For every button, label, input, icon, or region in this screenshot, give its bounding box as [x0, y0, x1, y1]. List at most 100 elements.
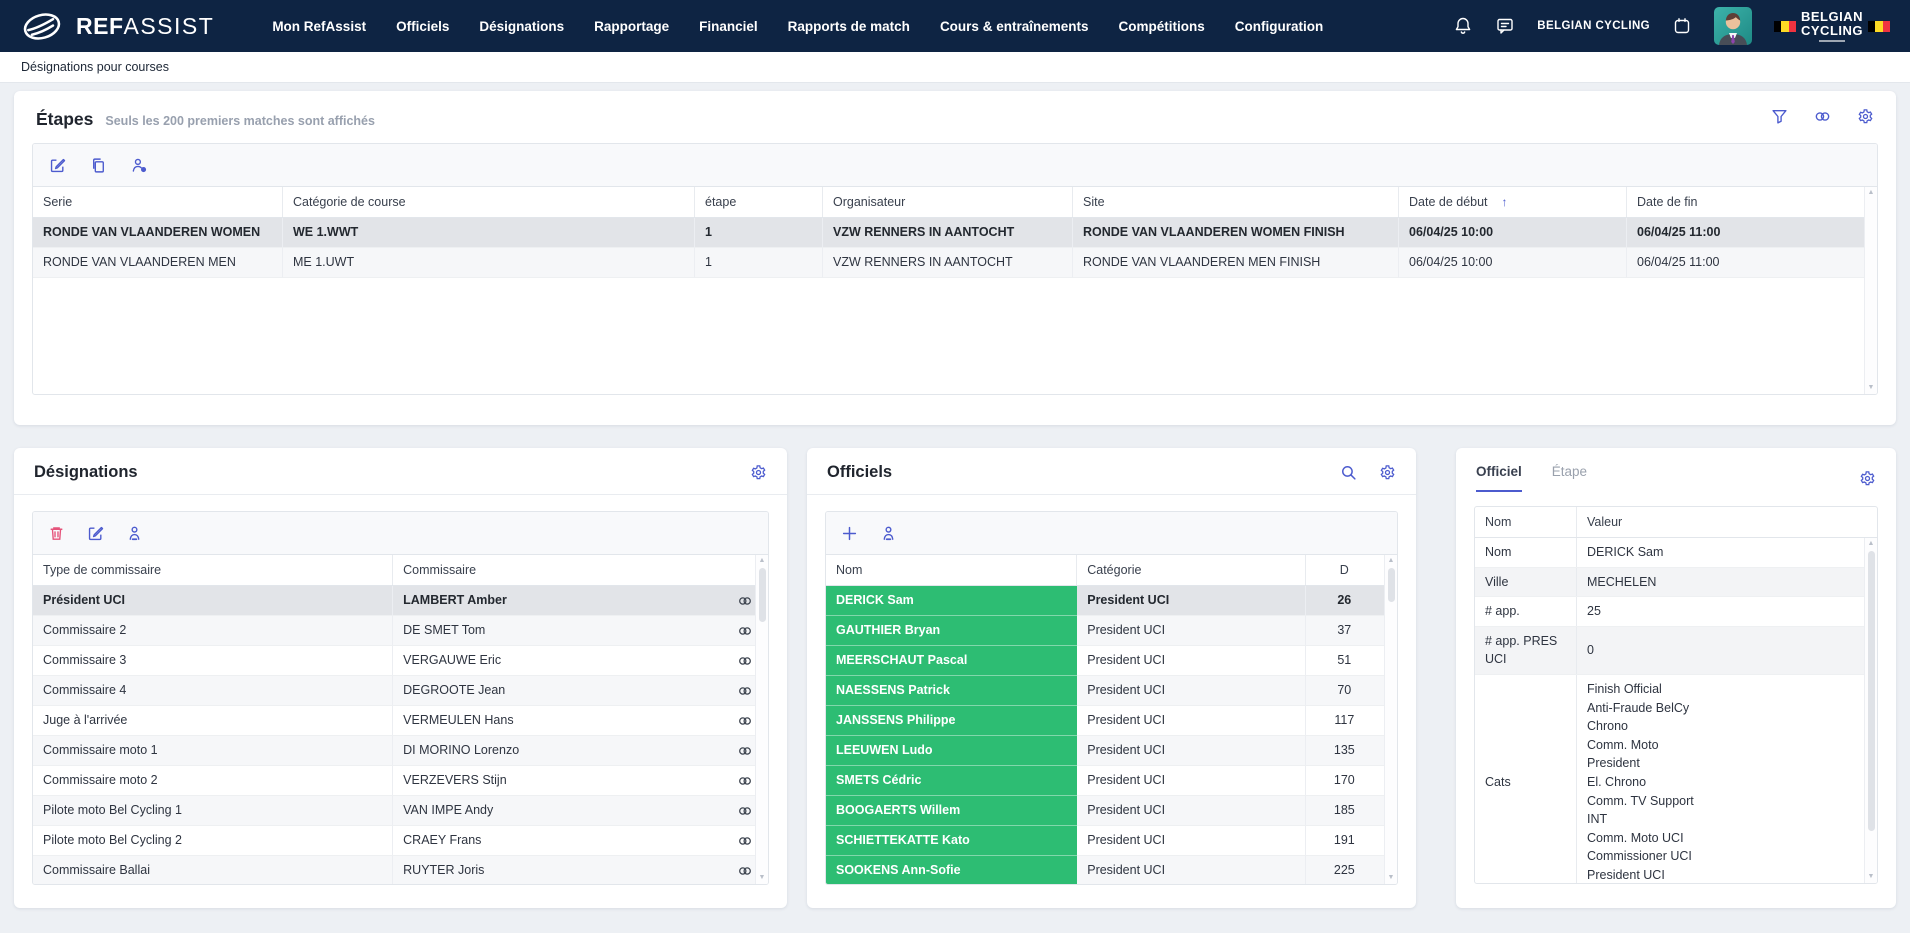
chain-link-icon[interactable] — [737, 653, 753, 669]
cell-categorie: President UCI — [1077, 646, 1305, 676]
col-serie[interactable]: Serie — [33, 187, 283, 217]
designation-row[interactable]: Président UCI LAMBERT Amber — [33, 586, 768, 616]
detail-row[interactable]: Nom DERICK Sam — [1475, 538, 1877, 568]
col-site[interactable]: Site — [1073, 187, 1399, 217]
detail-row[interactable]: Ville MECHELEN — [1475, 568, 1877, 598]
edit-icon[interactable] — [49, 157, 66, 174]
gear-icon[interactable] — [1857, 108, 1874, 125]
chain-link-icon[interactable] — [737, 683, 753, 699]
assign-user-icon[interactable] — [880, 525, 897, 542]
nav-item[interactable]: Financiel — [699, 19, 758, 34]
col-valeur[interactable]: Valeur — [1577, 507, 1877, 537]
chat-icon[interactable] — [1495, 16, 1515, 36]
filter-icon[interactable] — [1771, 108, 1788, 125]
detail-row[interactable]: Cats Finish Official Anti-Fraude BelCy C… — [1475, 675, 1877, 884]
nav-item[interactable]: Configuration — [1235, 19, 1323, 34]
cell-type: Pilote moto Bel Cycling 1 — [33, 796, 393, 826]
officiel-row[interactable]: NAESSENS Patrick President UCI 70 — [826, 676, 1397, 706]
scrollbar[interactable]: ▲▼ — [1864, 538, 1877, 883]
col-organisateur[interactable]: Organisateur — [823, 187, 1073, 217]
officiel-row[interactable]: SCHIETTEKATTE Kato President UCI 191 — [826, 826, 1397, 856]
chain-link-icon[interactable] — [737, 773, 753, 789]
col-type-commissaire[interactable]: Type de commissaire — [33, 555, 393, 585]
officiel-row[interactable]: DERICK Sam President UCI 26 — [826, 586, 1397, 616]
gear-icon[interactable] — [1379, 464, 1396, 481]
etape-row[interactable]: RONDE VAN VLAANDEREN MEN ME 1.UWT 1 VZW … — [33, 248, 1877, 278]
cell-fin: 06/04/25 11:00 — [1627, 218, 1877, 248]
detail-row[interactable]: # app. PRES UCI 0 — [1475, 627, 1877, 675]
search-icon[interactable] — [1340, 464, 1357, 481]
col-etape[interactable]: étape — [695, 187, 823, 217]
nav-item[interactable]: Mon RefAssist — [272, 19, 366, 34]
brand-logo[interactable]: REFASSIST — [20, 11, 214, 42]
nav-item[interactable]: Compétitions — [1118, 19, 1204, 34]
etape-row[interactable]: RONDE VAN VLAANDEREN WOMEN WE 1.WWT 1 VZ… — [33, 218, 1877, 248]
col-categorie[interactable]: Catégorie — [1077, 555, 1305, 585]
col-nom[interactable]: Nom — [826, 555, 1077, 585]
designations-rows: Président UCI LAMBERT Amber Commissa — [33, 586, 768, 885]
detail-row[interactable]: # app. 25 — [1475, 597, 1877, 627]
etapes-toolbar — [33, 144, 1877, 187]
assign-user-icon[interactable] — [126, 525, 143, 542]
chain-link-icon[interactable] — [737, 833, 753, 849]
col-date-debut[interactable]: Date de début↑ — [1399, 187, 1627, 217]
designation-row[interactable]: Commissaire Ballai RUYTER Joris — [33, 856, 768, 885]
officiel-row[interactable]: GAUTHIER Bryan President UCI 37 — [826, 616, 1397, 646]
chain-link-icon[interactable] — [737, 713, 753, 729]
cell-type: Commissaire 3 — [33, 646, 393, 676]
edit-icon[interactable] — [87, 525, 104, 542]
designation-row[interactable]: Pilote moto Bel Cycling 2 CRAEY Frans — [33, 826, 768, 856]
designation-row[interactable]: Commissaire moto 1 DI MORINO Lorenzo — [33, 736, 768, 766]
designation-row[interactable]: Commissaire 3 VERGAUWE Eric — [33, 646, 768, 676]
assign-user-icon[interactable] — [131, 157, 148, 174]
chain-link-icon[interactable] — [737, 743, 753, 759]
designation-row[interactable]: Commissaire 4 DEGROOTE Jean — [33, 676, 768, 706]
detail-tab[interactable]: Étape — [1552, 464, 1587, 492]
cell-categorie: President UCI — [1077, 796, 1305, 826]
designations-table: Type de commissaire Commissaire Présiden… — [32, 511, 769, 885]
designation-row[interactable]: Pilote moto Bel Cycling 1 VAN IMPE Andy — [33, 796, 768, 826]
calendar-icon[interactable] — [1672, 16, 1692, 36]
col-commissaire[interactable]: Commissaire — [393, 555, 722, 585]
bell-icon[interactable] — [1453, 16, 1473, 36]
chain-link-icon[interactable] — [737, 593, 753, 609]
scrollbar[interactable]: ▲▼ — [755, 555, 768, 884]
nav-item[interactable]: Officiels — [396, 19, 449, 34]
col-date-fin[interactable]: Date de fin — [1627, 187, 1877, 217]
officiel-row[interactable]: SOOKENS Ann-Sofie President UCI 225 — [826, 856, 1397, 885]
link-icon[interactable] — [1814, 108, 1831, 125]
scrollbar[interactable]: ▲▼ — [1864, 187, 1877, 394]
copy-icon[interactable] — [90, 157, 107, 174]
delete-icon[interactable] — [48, 525, 65, 542]
nav-item[interactable]: Rapportage — [594, 19, 669, 34]
detail-value: DERICK Sam — [1587, 543, 1663, 562]
detail-tab[interactable]: Officiel — [1476, 464, 1522, 492]
designation-row[interactable]: Juge à l'arrivée VERMEULEN Hans — [33, 706, 768, 736]
navbar-right: BELGIAN CYCLING BELGIAN — [1453, 7, 1890, 45]
col-nom[interactable]: Nom — [1475, 507, 1577, 537]
chain-link-icon[interactable] — [737, 803, 753, 819]
scrollbar[interactable]: ▲▼ — [1384, 555, 1397, 884]
officiel-row[interactable]: JANSSENS Philippe President UCI 117 — [826, 706, 1397, 736]
cell-commissaire: VERMEULEN Hans — [393, 706, 722, 736]
etapes-table: Serie Catégorie de course étape Organisa… — [32, 143, 1878, 395]
designation-row[interactable]: Commissaire 2 DE SMET Tom — [33, 616, 768, 646]
chain-link-icon[interactable] — [737, 623, 753, 639]
chain-link-icon[interactable] — [737, 863, 753, 879]
add-icon[interactable] — [841, 525, 858, 542]
nav-item[interactable]: Rapports de match — [788, 19, 910, 34]
gear-icon[interactable] — [1859, 470, 1876, 487]
officiel-row[interactable]: LEEUWEN Ludo President UCI 135 — [826, 736, 1397, 766]
cell-type: Commissaire Ballai — [33, 856, 393, 885]
gear-icon[interactable] — [750, 464, 767, 481]
user-avatar[interactable] — [1714, 7, 1752, 45]
col-categorie[interactable]: Catégorie de course — [283, 187, 695, 217]
officiel-row[interactable]: MEERSCHAUT Pascal President UCI 51 — [826, 646, 1397, 676]
officiel-row[interactable]: BOOGAERTS Willem President UCI 185 — [826, 796, 1397, 826]
designation-row[interactable]: Commissaire moto 2 VERZEVERS Stijn — [33, 766, 768, 796]
cell-debut: 06/04/25 10:00 — [1399, 248, 1627, 278]
nav-item[interactable]: Cours & entraînements — [940, 19, 1089, 34]
nav-item[interactable]: Désignations — [479, 19, 564, 34]
officiel-row[interactable]: SMETS Cédric President UCI 170 — [826, 766, 1397, 796]
detail-label: Cats — [1475, 675, 1577, 884]
